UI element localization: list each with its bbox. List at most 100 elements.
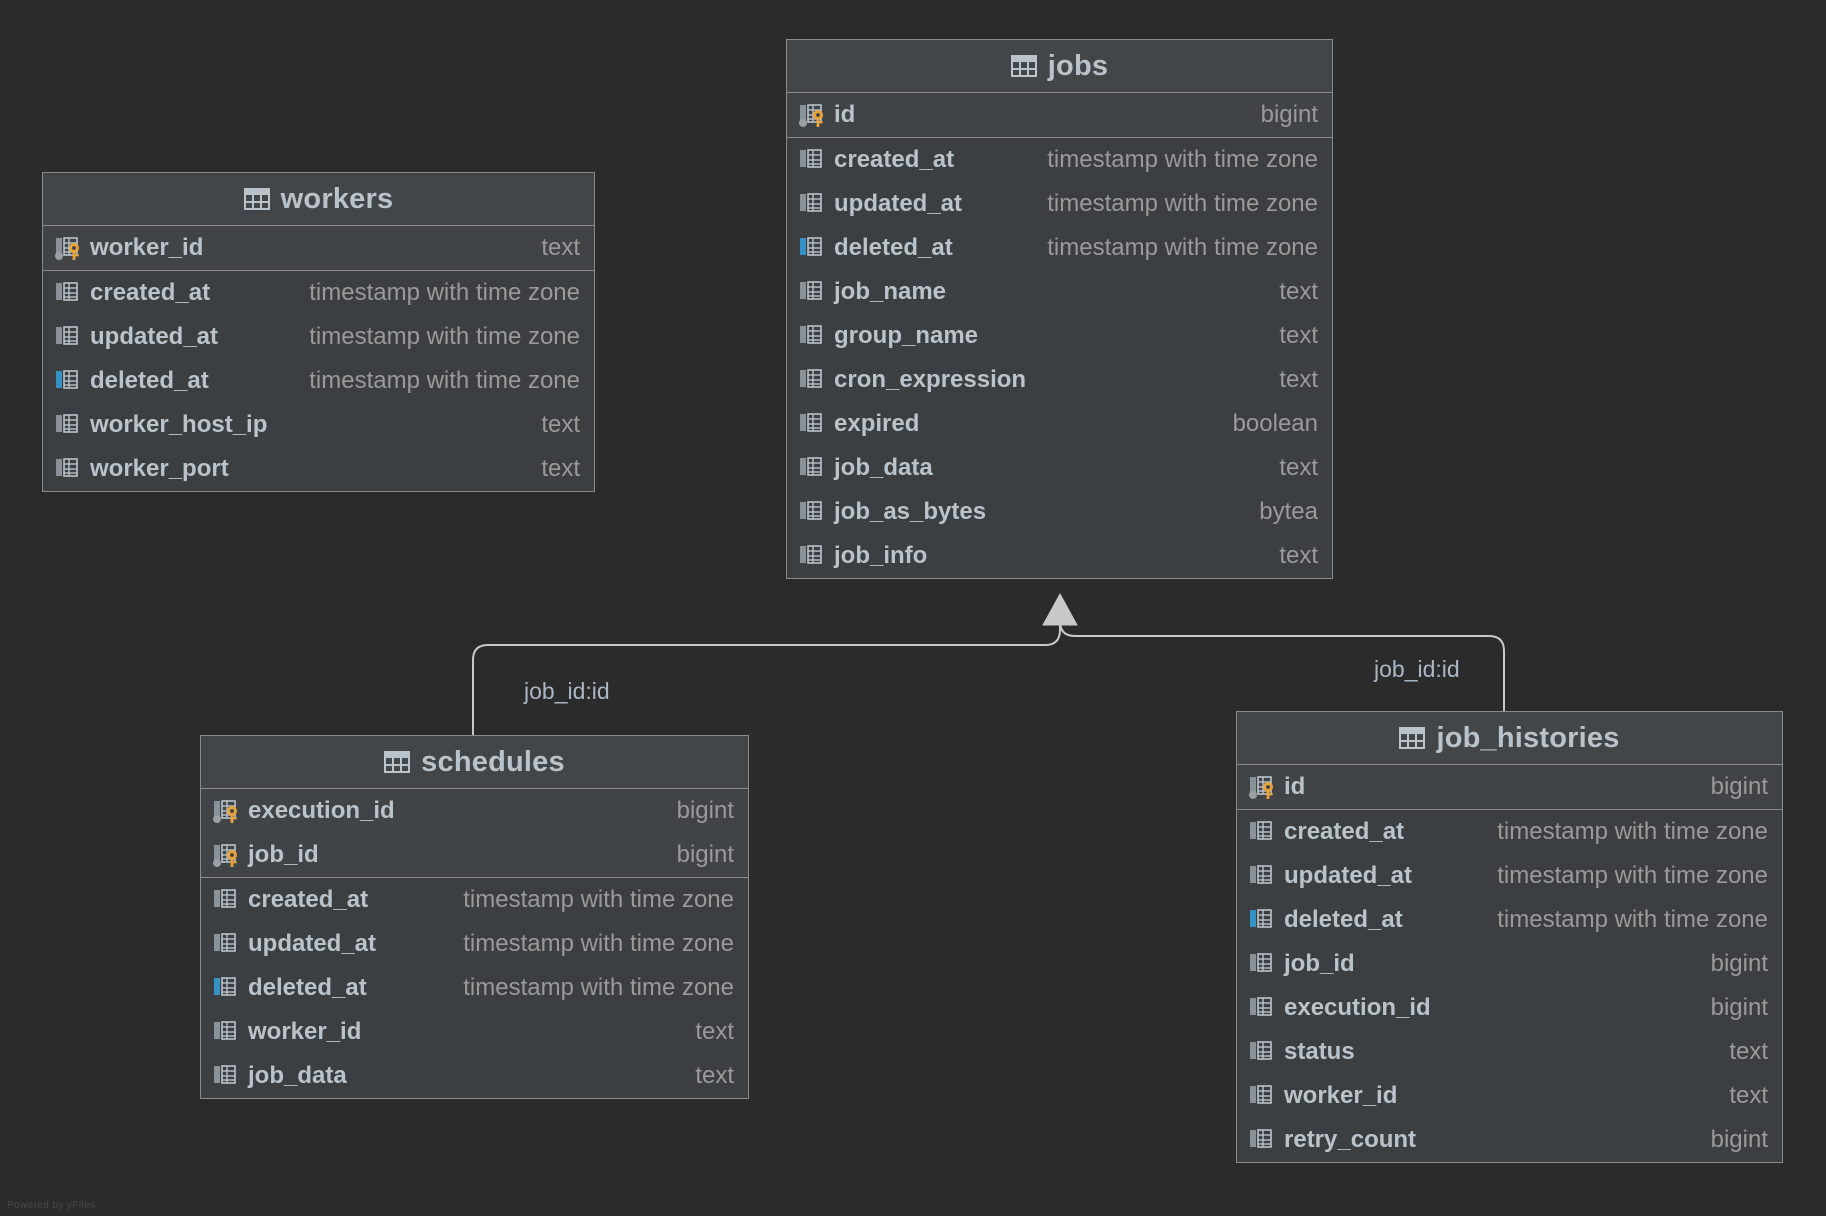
entity-header-workers[interactable]: workers <box>43 173 594 226</box>
column-name: job_info <box>834 542 928 569</box>
columns-section: created_at timestamp with time zone update… <box>787 138 1332 578</box>
column-row[interactable]: status text <box>1237 1030 1782 1074</box>
column-type: timestamp with time zone <box>1497 906 1768 933</box>
table-grid-icon <box>1010 55 1037 77</box>
column-row[interactable]: worker_port text <box>43 447 594 491</box>
column-icon <box>800 413 822 432</box>
column-type: text <box>541 234 580 261</box>
entity-table-job_histories[interactable]: job_histories id bigint created_at timestamp… <box>1236 711 1783 1163</box>
columns-section: created_at timestamp with time zone update… <box>201 878 748 1098</box>
column-icon <box>800 193 822 212</box>
primary-key-row[interactable]: execution_id bigint <box>201 789 748 833</box>
column-row[interactable]: job_data text <box>787 446 1332 490</box>
column-row[interactable]: deleted_at timestamp with time zone <box>43 359 594 403</box>
primary-key-row[interactable]: id bigint <box>787 93 1332 137</box>
column-name: worker_id <box>1284 1082 1398 1109</box>
column-row[interactable]: created_at timestamp with time zone <box>201 878 748 922</box>
column-type: bigint <box>676 841 734 868</box>
column-row[interactable]: execution_id bigint <box>1237 986 1782 1030</box>
column-type: text <box>1279 278 1318 305</box>
entity-header-schedules[interactable]: schedules <box>201 736 748 789</box>
column-icon <box>800 325 822 344</box>
column-type: text <box>1729 1038 1768 1065</box>
primary-key-column-icon <box>213 800 237 823</box>
entity-table-workers[interactable]: workers worker_id text created_at timestamp … <box>42 172 595 492</box>
column-row[interactable]: job_id bigint <box>1237 942 1782 986</box>
column-icon <box>56 370 78 389</box>
column-row[interactable]: created_at timestamp with time zone <box>1237 810 1782 854</box>
column-name: created_at <box>834 146 955 173</box>
primary-key-column-icon <box>799 104 823 127</box>
column-type: timestamp with time zone <box>309 367 580 394</box>
column-row[interactable]: worker_host_ip text <box>43 403 594 447</box>
column-row[interactable]: group_name text <box>787 314 1332 358</box>
column-type: timestamp with time zone <box>1047 190 1318 217</box>
column-icon <box>800 237 822 256</box>
column-icon <box>56 282 78 301</box>
primary-key-row[interactable]: worker_id text <box>43 226 594 270</box>
column-row[interactable]: worker_id text <box>201 1010 748 1054</box>
primary-key-section: worker_id text <box>43 226 594 271</box>
er-diagram-canvas[interactable]: workers worker_id text created_at timestamp … <box>0 0 1826 1216</box>
column-icon <box>1250 1041 1272 1060</box>
column-icon <box>1250 953 1272 972</box>
column-name: execution_id <box>248 797 395 824</box>
column-type: text <box>1279 454 1318 481</box>
column-type: text <box>541 411 580 438</box>
column-row[interactable]: deleted_at timestamp with time zone <box>787 226 1332 270</box>
column-icon <box>800 545 822 564</box>
column-name: worker_id <box>248 1018 362 1045</box>
column-icon <box>56 414 78 433</box>
column-row[interactable]: created_at timestamp with time zone <box>43 271 594 315</box>
column-type: timestamp with time zone <box>1497 862 1768 889</box>
column-icon <box>800 281 822 300</box>
column-icon <box>800 457 822 476</box>
column-row[interactable]: job_as_bytes bytea <box>787 490 1332 534</box>
column-row[interactable]: job_name text <box>787 270 1332 314</box>
yfiles-watermark: Powered by yFiles <box>7 1200 96 1211</box>
column-type: timestamp with time zone <box>1497 818 1768 845</box>
column-icon <box>214 933 236 952</box>
column-row[interactable]: updated_at timestamp with time zone <box>43 315 594 359</box>
primary-key-row[interactable]: job_id bigint <box>201 833 748 877</box>
column-icon <box>800 501 822 520</box>
column-row[interactable]: retry_count bigint <box>1237 1118 1782 1162</box>
column-name: job_id <box>1284 950 1355 977</box>
column-row[interactable]: updated_at timestamp with time zone <box>1237 854 1782 898</box>
column-icon <box>1250 909 1272 928</box>
column-type: bigint <box>1260 101 1318 128</box>
entity-title: job_histories <box>1436 721 1620 754</box>
column-row[interactable]: updated_at timestamp with time zone <box>201 922 748 966</box>
column-row[interactable]: expired boolean <box>787 402 1332 446</box>
column-name: worker_host_ip <box>90 411 268 438</box>
column-row[interactable]: deleted_at timestamp with time zone <box>201 966 748 1010</box>
primary-key-section: execution_id bigint job_id bigint <box>201 789 748 878</box>
entity-table-schedules[interactable]: schedules execution_id bigint job_id bigint c… <box>200 735 749 1099</box>
column-icon <box>1250 1129 1272 1148</box>
column-row[interactable]: job_data text <box>201 1054 748 1098</box>
entity-title: workers <box>280 182 394 215</box>
primary-key-row[interactable]: id bigint <box>1237 765 1782 809</box>
column-row[interactable]: worker_id text <box>1237 1074 1782 1118</box>
column-type: bytea <box>1259 498 1318 525</box>
relationship-edge-schedules-to-jobs <box>472 617 1061 735</box>
column-type: timestamp with time zone <box>309 323 580 350</box>
column-icon <box>214 977 236 996</box>
column-row[interactable]: deleted_at timestamp with time zone <box>1237 898 1782 942</box>
column-icon <box>1250 1085 1272 1104</box>
entity-header-jobs[interactable]: jobs <box>787 40 1332 93</box>
column-name: created_at <box>248 886 369 913</box>
column-row[interactable]: job_info text <box>787 534 1332 578</box>
column-row[interactable]: cron_expression text <box>787 358 1332 402</box>
column-name: deleted_at <box>834 234 953 261</box>
column-name: created_at <box>1284 818 1405 845</box>
column-name: id <box>1284 773 1306 800</box>
column-row[interactable]: created_at timestamp with time zone <box>787 138 1332 182</box>
column-name: job_name <box>834 278 947 305</box>
entity-header-job_histories[interactable]: job_histories <box>1237 712 1782 765</box>
column-icon <box>800 369 822 388</box>
column-icon <box>214 1065 236 1084</box>
column-row[interactable]: updated_at timestamp with time zone <box>787 182 1332 226</box>
column-name: deleted_at <box>1284 906 1403 933</box>
entity-table-jobs[interactable]: jobs id bigint created_at timestamp with tim… <box>786 39 1333 579</box>
